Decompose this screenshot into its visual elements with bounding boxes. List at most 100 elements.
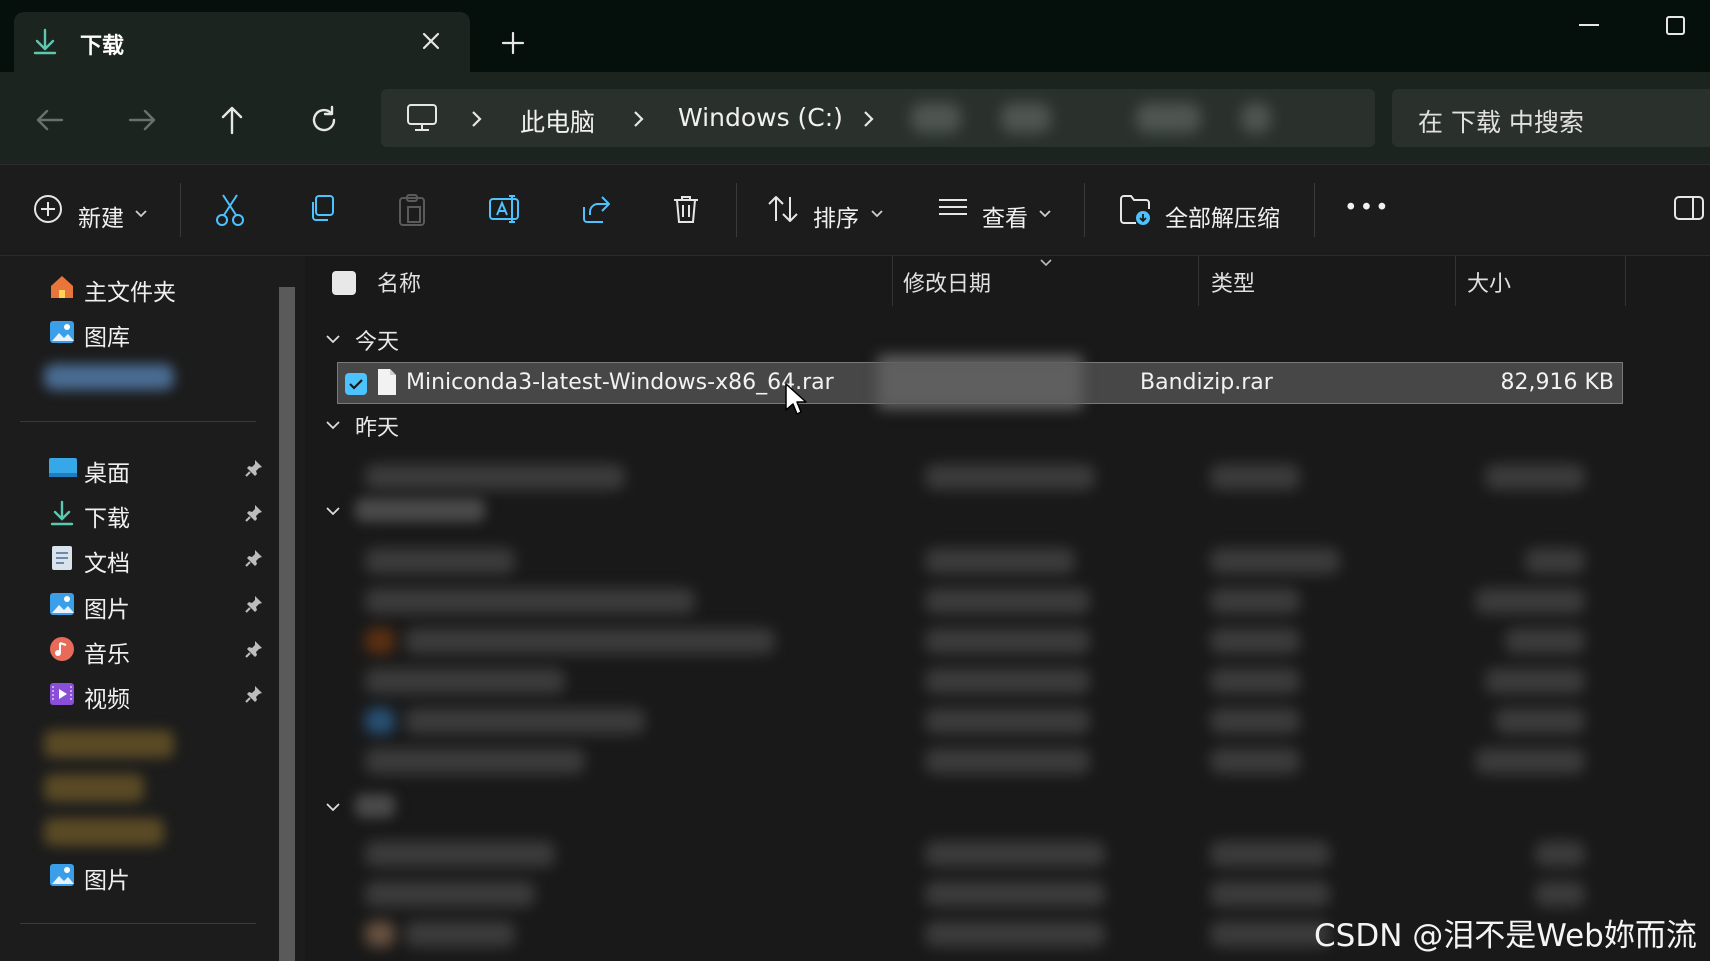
column-divider[interactable]: [1625, 256, 1626, 306]
blurred-type: [1210, 588, 1300, 614]
sidebar-item-label: 图库: [84, 325, 130, 351]
delete-icon[interactable]: [670, 193, 702, 225]
details-pane-icon[interactable]: [1672, 193, 1706, 223]
blurred-breadcrumb: [911, 103, 961, 133]
table-row-selected[interactable]: Miniconda3-latest-Windows-x86_64.rar Ban…: [337, 355, 1623, 409]
sidebar-item-pictures[interactable]: 图片: [44, 584, 274, 624]
mouse-cursor-icon: [784, 382, 808, 416]
file-list: 名称 修改日期 类型 大小 今天 Miniconda3-latest-Windo…: [305, 256, 1710, 961]
command-bar: 新建 排序 查看 全部解压缩 •••: [0, 164, 1710, 256]
chevron-down-icon: [325, 505, 341, 517]
column-divider[interactable]: [892, 256, 893, 306]
tab-title: 下载: [80, 34, 125, 59]
pin-icon[interactable]: [244, 639, 264, 659]
group-header-blurred[interactable]: [325, 496, 525, 526]
new-tab-button[interactable]: [498, 28, 528, 58]
list-item[interactable]: [365, 841, 1605, 867]
cut-icon[interactable]: [214, 193, 246, 227]
sidebar-item-downloads[interactable]: 下载: [44, 493, 274, 533]
group-header-blurred[interactable]: [325, 792, 525, 822]
pin-icon[interactable]: [244, 458, 264, 478]
watermark-text: CSDN @泪不是Web妳而流: [1314, 918, 1697, 954]
list-item[interactable]: [365, 588, 1605, 614]
select-all-checkbox[interactable]: [331, 270, 357, 296]
copy-icon[interactable]: [306, 193, 338, 225]
pin-icon[interactable]: [244, 684, 264, 704]
pin-icon[interactable]: [244, 594, 264, 614]
column-header-name[interactable]: 名称: [377, 266, 421, 298]
new-button[interactable]: 新建: [78, 199, 124, 233]
blurred-breadcrumb: [1001, 103, 1051, 133]
list-item[interactable]: [365, 881, 1605, 907]
paste-icon[interactable]: [396, 193, 428, 227]
sidebar-scrollbar[interactable]: [279, 287, 295, 961]
sidebar-item-home[interactable]: 主文件夹: [44, 267, 274, 307]
pin-icon[interactable]: [244, 548, 264, 568]
list-item[interactable]: [365, 548, 1605, 574]
blurred-folder[interactable]: [44, 774, 144, 802]
column-divider[interactable]: [1455, 256, 1456, 306]
breadcrumb-drive-c[interactable]: Windows (C:): [678, 103, 843, 132]
search-box[interactable]: 在 下载 中搜索: [1392, 89, 1710, 147]
blurred-folder[interactable]: [44, 818, 164, 846]
chevron-down-icon: [134, 209, 148, 219]
share-icon[interactable]: [580, 193, 612, 225]
row-checkbox[interactable]: [345, 373, 367, 395]
group-header-yesterday[interactable]: 昨天: [325, 410, 525, 441]
blurred-name: [405, 628, 775, 654]
sidebar-item-label: 图片: [84, 868, 130, 894]
more-options-button[interactable]: •••: [1344, 195, 1391, 221]
pin-icon[interactable]: [244, 503, 264, 523]
file-icon: [376, 368, 398, 396]
rename-icon[interactable]: [488, 193, 522, 225]
column-header-type[interactable]: 类型: [1211, 266, 1255, 298]
back-button[interactable]: [30, 100, 70, 140]
minimize-button[interactable]: [1569, 12, 1609, 42]
blurred-size: [1525, 548, 1585, 574]
sort-button[interactable]: 排序: [813, 199, 859, 233]
list-item[interactable]: [365, 464, 1605, 490]
address-bar[interactable]: 此电脑 Windows (C:): [381, 89, 1375, 147]
file-name[interactable]: Miniconda3-latest-Windows-x86_64.rar: [406, 370, 834, 395]
blurred-date: [925, 841, 1105, 867]
blurred-size: [1505, 628, 1585, 654]
blurred-breadcrumb: [1241, 103, 1271, 133]
view-icon: [936, 193, 970, 225]
up-button[interactable]: [212, 100, 252, 140]
blurred-date: [925, 748, 1090, 774]
column-header-date[interactable]: 修改日期: [903, 266, 991, 298]
blurred-date: [925, 588, 1090, 614]
file-type: Bandizip.rar: [1140, 370, 1273, 395]
sidebar-item-label: 视频: [84, 687, 130, 713]
sidebar-item-documents[interactable]: 文档: [44, 538, 274, 578]
chevron-right-icon: [631, 109, 645, 129]
blurred-type: [1210, 708, 1300, 734]
scrollbar-thumb[interactable]: [279, 287, 295, 961]
sidebar-item-music[interactable]: 音乐: [44, 629, 274, 669]
refresh-button[interactable]: [304, 100, 344, 140]
sidebar-item-blurred[interactable]: [44, 358, 274, 398]
sidebar-item-gallery[interactable]: 图库: [44, 312, 274, 352]
sidebar-item-desktop[interactable]: 桌面: [44, 448, 274, 488]
column-divider[interactable]: [1198, 256, 1199, 306]
view-button[interactable]: 查看: [982, 199, 1028, 233]
close-tab-icon[interactable]: [416, 26, 446, 56]
blurred-date: [878, 355, 1082, 409]
extract-all-button[interactable]: 全部解压缩: [1165, 199, 1280, 233]
sidebar-item-videos[interactable]: 视频: [44, 674, 274, 714]
group-header-today[interactable]: 今天: [325, 324, 525, 355]
breadcrumb-this-pc[interactable]: 此电脑: [520, 103, 595, 139]
forward-button[interactable]: [122, 100, 162, 140]
list-item[interactable]: [365, 708, 1605, 734]
blurred-folder[interactable]: [44, 730, 174, 758]
chevron-down-icon: [1038, 209, 1052, 219]
maximize-button[interactable]: [1655, 12, 1695, 42]
tab-downloads[interactable]: 下载: [14, 12, 470, 72]
list-item[interactable]: [365, 628, 1605, 654]
list-item[interactable]: [365, 668, 1605, 694]
search-input[interactable]: 在 下载 中搜索: [1418, 103, 1584, 139]
sidebar-item-pictures-2[interactable]: 图片: [44, 855, 274, 895]
list-item[interactable]: [365, 748, 1605, 774]
column-header-size[interactable]: 大小: [1467, 266, 1511, 298]
blurred-icon: [365, 708, 395, 734]
